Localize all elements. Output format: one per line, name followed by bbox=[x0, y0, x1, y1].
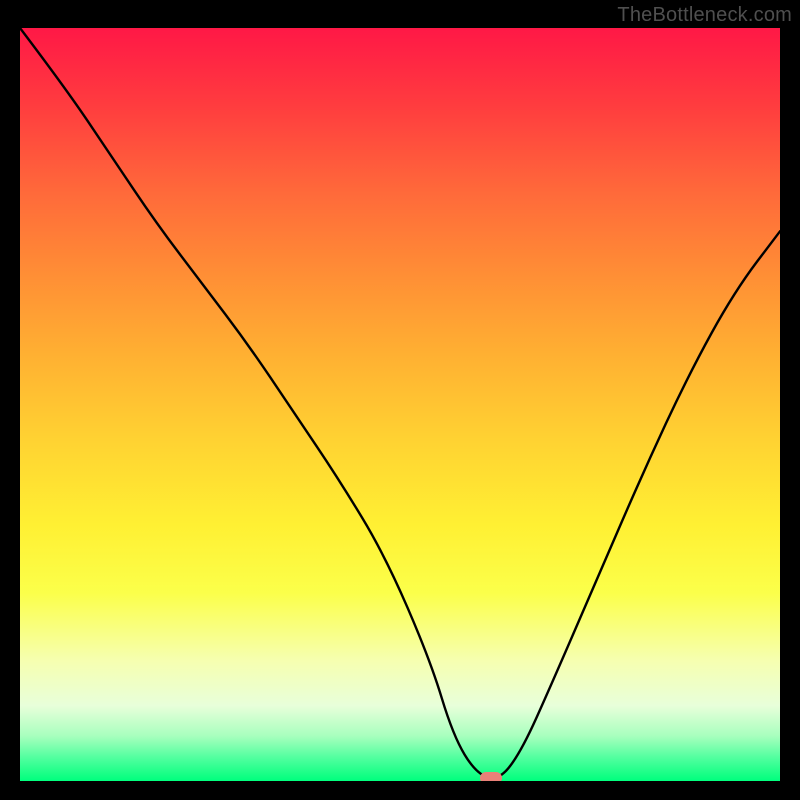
watermark-text: TheBottleneck.com bbox=[617, 4, 792, 27]
minimum-marker bbox=[480, 772, 502, 781]
chart-frame: TheBottleneck.com bbox=[0, 0, 800, 800]
bottleneck-curve-path bbox=[20, 28, 780, 778]
curve-svg bbox=[20, 28, 780, 781]
plot-area bbox=[20, 28, 780, 781]
